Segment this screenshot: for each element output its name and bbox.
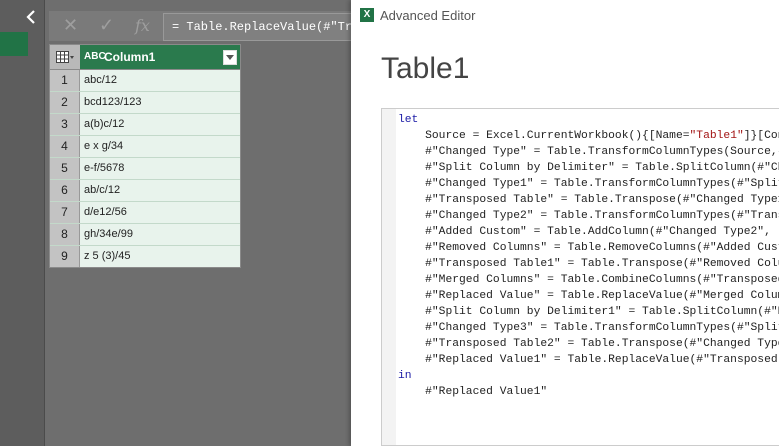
code-editor[interactable]: let Source = Excel.CurrentWorkbook(){[Na… [381, 108, 779, 446]
code-text-segment: #"Removed Columns" = Table.RemoveColumns… [398, 242, 779, 254]
cell-value[interactable]: gh/34e/99 [84, 224, 133, 245]
table-row[interactable]: 7 d/e12/56 [50, 202, 240, 224]
cell-value[interactable]: e x g/34 [84, 136, 123, 157]
code-line[interactable]: Source = Excel.CurrentWorkbook(){[Name="… [398, 128, 779, 144]
chevron-left-icon[interactable] [24, 10, 38, 26]
code-line[interactable]: #"Changed Type1" = Table.TransformColumn… [398, 176, 779, 192]
code-line[interactable]: #"Changed Type3" = Table.TransformColumn… [398, 320, 779, 336]
code-text-segment: #"Transposed Table1" = Table.Transpose(#… [398, 258, 779, 270]
table-row[interactable]: 8 gh/34e/99 [50, 224, 240, 246]
row-number: 8 [50, 224, 80, 245]
row-number: 5 [50, 158, 80, 179]
code-keyword: let [398, 114, 419, 126]
table-row[interactable]: 4e x g/34 [50, 136, 240, 158]
cell-value[interactable]: e-f/5678 [84, 158, 124, 179]
code-text-segment: #"Replaced Value" = Table.ReplaceValue(#… [398, 290, 779, 302]
code-line[interactable]: #"Replaced Value" = Table.ReplaceValue(#… [398, 288, 779, 304]
fx-icon[interactable]: fx [135, 16, 150, 35]
text-type-icon[interactable]: ABC [84, 45, 106, 69]
code-text-segment: #"Replaced Value1" = Table.ReplaceValue(… [398, 354, 779, 366]
code-text[interactable]: let Source = Excel.CurrentWorkbook(){[Na… [398, 112, 779, 400]
code-line[interactable]: #"Transposed Table" = Table.Transpose(#"… [398, 192, 779, 208]
queries-pane [0, 0, 45, 446]
code-line[interactable]: #"Replaced Value1" = Table.ReplaceValue(… [398, 352, 779, 368]
row-number: 3 [50, 114, 80, 135]
grid-header: ABC Column1 [50, 45, 240, 70]
code-line[interactable]: #"Removed Columns" = Table.RemoveColumns… [398, 240, 779, 256]
code-line[interactable]: #"Replaced Value1" [398, 384, 779, 400]
cell-value[interactable]: a(b)c/12 [84, 114, 124, 135]
column-header[interactable]: ABC Column1 [80, 45, 240, 69]
row-number: 7 [50, 202, 80, 223]
table-menu-icon[interactable] [50, 45, 80, 69]
row-number: 4 [50, 136, 80, 157]
formula-bar: ✕ ✓ fx = Table.ReplaceValue(#"Tran [49, 11, 369, 41]
code-line[interactable]: #"Added Custom" = Table.AddColumn(#"Chan… [398, 224, 779, 240]
grid-body: 1 abc/12 2 bcd123/123 3 a(b)c/12 4e x g/34 … [50, 70, 240, 267]
table-row[interactable]: 9z 5 (3)/45 [50, 246, 240, 267]
code-text-segment: #"Added Custom" = Table.AddColumn(#"Chan… [398, 226, 779, 238]
cell-value[interactable]: z 5 (3)/45 [84, 246, 130, 267]
cell-value[interactable]: abc/12 [84, 70, 117, 91]
code-line[interactable]: in [398, 368, 779, 384]
data-preview-grid: ABC Column1 1 abc/12 2 bcd123/123 3 a(b)c/1… [49, 44, 241, 268]
editor-title-bar[interactable]: X Advanced Editor [351, 0, 779, 32]
code-text-segment: #"Changed Type3" = Table.TransformColumn… [398, 322, 779, 334]
code-line[interactable]: #"Merged Columns" = Table.CombineColumns… [398, 272, 779, 288]
selected-query-indicator[interactable] [0, 32, 28, 56]
code-keyword: in [398, 370, 412, 382]
code-line[interactable]: #"Split Column by Delimiter1" = Table.Sp… [398, 304, 779, 320]
row-number: 1 [50, 70, 80, 91]
x-icon[interactable]: ✕ [63, 15, 78, 36]
cell-value[interactable]: d/e12/56 [84, 202, 127, 223]
table-row[interactable]: 1 abc/12 [50, 70, 240, 92]
formula-input[interactable]: = Table.ReplaceValue(#"Tran [163, 13, 369, 41]
table-row[interactable]: 5 e-f/5678 [50, 158, 240, 180]
formula-buttons: ✕ ✓ fx [49, 11, 161, 41]
query-title: Table1 [381, 52, 470, 85]
window-title: Advanced Editor [380, 8, 476, 23]
code-line[interactable]: #"Changed Type2" = Table.TransformColumn… [398, 208, 779, 224]
code-line[interactable]: #"Split Column by Delimiter" = Table.Spl… [398, 160, 779, 176]
check-icon[interactable]: ✓ [99, 15, 114, 36]
row-number: 9 [50, 246, 80, 267]
code-text-segment: #"Split Column by Delimiter1" = Table.Sp… [398, 306, 779, 318]
code-text-segment: Source = Excel.CurrentWorkbook(){[Name="… [398, 130, 779, 142]
code-line[interactable]: #"Transposed Table1" = Table.Transpose(#… [398, 256, 779, 272]
advanced-editor-window: X Advanced Editor Table1 let Source = Ex… [351, 0, 779, 446]
column-name: Column1 [104, 50, 156, 64]
code-line[interactable]: let [398, 112, 779, 128]
code-text-segment: #"Transposed Table2" = Table.Transpose(#… [398, 338, 779, 350]
code-line[interactable]: #"Transposed Table2" = Table.Transpose(#… [398, 336, 779, 352]
code-text-segment: #"Changed Type1" = Table.TransformColumn… [398, 178, 779, 190]
code-text-segment: #"Changed Type2" = Table.TransformColumn… [398, 210, 779, 222]
row-number: 6 [50, 180, 80, 201]
code-text-segment: #"Changed Type" = Table.TransformColumnT… [398, 146, 779, 158]
code-text-segment: #"Replaced Value1" [398, 386, 548, 398]
code-gutter [382, 109, 396, 445]
table-row[interactable]: 2 bcd123/123 [50, 92, 240, 114]
cell-value[interactable]: ab/c/12 [84, 180, 120, 201]
cell-value[interactable]: bcd123/123 [84, 92, 142, 113]
code-text-segment: #"Split Column by Delimiter" = Table.Spl… [398, 162, 779, 174]
code-text-segment: #"Merged Columns" = Table.CombineColumns… [398, 274, 779, 286]
table-row[interactable]: 6 ab/c/12 [50, 180, 240, 202]
code-text-segment: #"Transposed Table" = Table.Transpose(#"… [398, 194, 779, 206]
code-line[interactable]: #"Changed Type" = Table.TransformColumnT… [398, 144, 779, 160]
table-row[interactable]: 3 a(b)c/12 [50, 114, 240, 136]
row-number: 2 [50, 92, 80, 113]
excel-icon: X [360, 8, 374, 22]
filter-dropdown-icon[interactable] [223, 50, 237, 65]
